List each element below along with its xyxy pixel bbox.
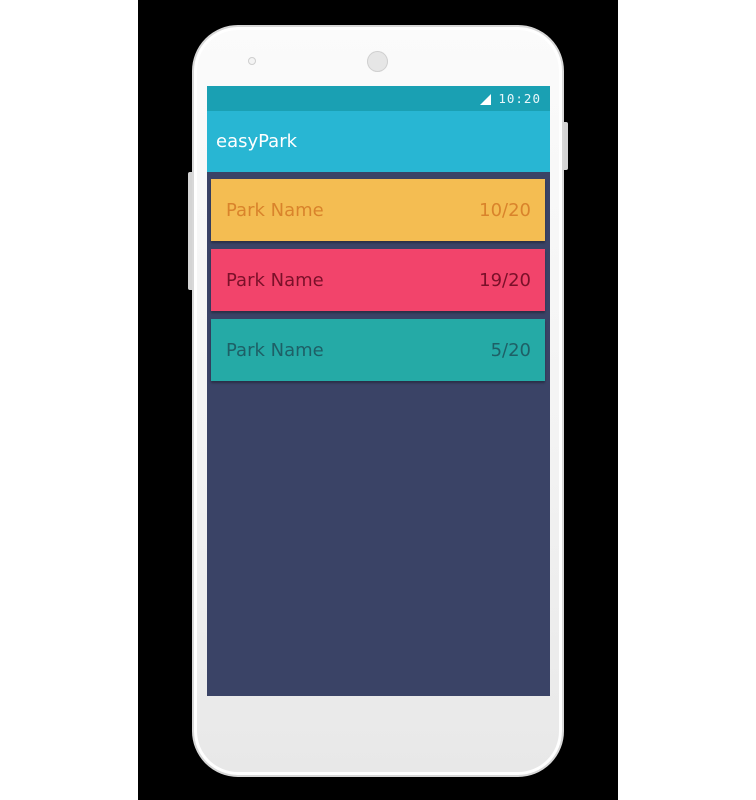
signal-icon (480, 94, 491, 105)
app-screen: 10:20 easyPark Park Name 10/20 Park Name… (207, 86, 550, 696)
park-occupancy: 5/20 (490, 340, 531, 361)
proximity-sensor (248, 57, 256, 65)
front-camera (367, 51, 388, 72)
park-name: Park Name (226, 340, 324, 361)
park-list-item[interactable]: Park Name 19/20 (211, 249, 545, 311)
park-name: Park Name (226, 200, 324, 221)
park-occupancy: 10/20 (479, 200, 531, 221)
app-title: easyPark (216, 131, 298, 152)
status-time: 10:20 (498, 91, 541, 106)
park-name: Park Name (226, 270, 324, 291)
app-bar: easyPark (207, 111, 550, 172)
park-occupancy: 19/20 (479, 270, 531, 291)
volume-button (188, 172, 192, 290)
park-list-item[interactable]: Park Name 5/20 (211, 319, 545, 381)
status-bar: 10:20 (207, 86, 550, 111)
park-list-item[interactable]: Park Name 10/20 (211, 179, 545, 241)
park-list: Park Name 10/20 Park Name 19/20 Park Nam… (211, 179, 545, 389)
power-button (564, 122, 568, 170)
